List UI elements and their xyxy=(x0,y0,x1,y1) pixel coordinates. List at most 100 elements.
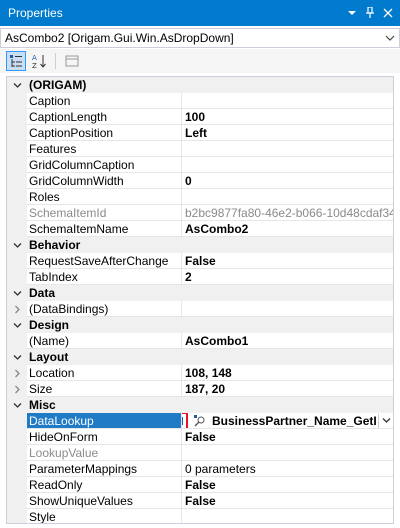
property-name[interactable]: ShowUniqueValues xyxy=(27,493,182,509)
property-value[interactable]: 108, 148 xyxy=(182,365,393,381)
property-value[interactable]: 0 parameters xyxy=(182,461,393,477)
property-value[interactable]: b2bc9877fa80-46e2-b066-10d48cdaf345 xyxy=(182,205,393,221)
chevron-down-icon[interactable] xyxy=(7,285,27,301)
property-row-databindings[interactable]: (DataBindings) xyxy=(7,301,393,317)
property-name[interactable]: GridColumnCaption xyxy=(27,157,182,173)
dropdown-icon[interactable] xyxy=(344,4,360,22)
category-misc[interactable]: Misc xyxy=(7,397,393,413)
category-label: Data xyxy=(29,286,56,300)
property-name[interactable]: GridColumnWidth xyxy=(27,173,182,189)
property-row-roles[interactable]: Roles xyxy=(7,189,393,205)
property-name[interactable]: (DataBindings) xyxy=(27,301,182,317)
property-row-caption[interactable]: Caption xyxy=(7,93,393,109)
property-name[interactable]: Caption xyxy=(27,93,182,109)
category-layout[interactable]: Layout xyxy=(7,349,393,365)
property-value[interactable] xyxy=(182,445,393,461)
property-value[interactable]: 187, 20 xyxy=(182,381,393,397)
chevron-right-icon[interactable] xyxy=(7,365,27,381)
property-value[interactable] xyxy=(182,509,393,523)
property-name[interactable]: HideOnForm xyxy=(27,429,182,445)
property-value[interactable]: False xyxy=(182,253,393,269)
category-design[interactable]: Design xyxy=(7,317,393,333)
property-name[interactable]: Features xyxy=(27,141,182,157)
property-name[interactable]: RequestSaveAfterChange xyxy=(27,253,182,269)
close-icon[interactable] xyxy=(380,4,396,22)
property-name[interactable]: CaptionPosition xyxy=(27,125,182,141)
property-value[interactable] xyxy=(182,189,393,205)
chevron-down-icon[interactable] xyxy=(7,237,27,253)
chevron-down-icon[interactable] xyxy=(378,413,393,428)
property-row-gridcolumncaption[interactable]: GridColumnCaption xyxy=(7,157,393,173)
property-row-readonly[interactable]: ReadOnly False xyxy=(7,477,393,493)
property-name[interactable]: ParameterMappings xyxy=(27,461,182,477)
row-gutter xyxy=(7,109,27,125)
property-name[interactable]: CaptionLength xyxy=(27,109,182,125)
property-row-datalookup[interactable]: DataLookup BusinessPartner_Name_GetId xyxy=(7,413,393,429)
chevron-right-icon[interactable] xyxy=(7,381,27,397)
property-row-schemaitemid[interactable]: SchemaItemId b2bc9877fa80-46e2-b066-10d48… xyxy=(7,205,393,221)
property-value[interactable] xyxy=(182,141,393,157)
property-row-showuniquevalues[interactable]: ShowUniqueValues False xyxy=(7,493,393,509)
property-value[interactable]: BusinessPartner_Name_GetId xyxy=(182,413,393,429)
property-row-tabindex[interactable]: TabIndex 2 xyxy=(7,269,393,285)
property-value[interactable] xyxy=(182,301,393,317)
chevron-down-icon[interactable] xyxy=(7,317,27,333)
sort-az-icon[interactable]: A Z xyxy=(29,51,49,71)
property-value[interactable]: 0 xyxy=(182,173,393,189)
property-row-size[interactable]: Size 187, 20 xyxy=(7,381,393,397)
toolbar: A Z xyxy=(0,49,400,73)
property-row-location[interactable]: Location 108, 148 xyxy=(7,365,393,381)
property-row-requestsaveafterchange[interactable]: RequestSaveAfterChange False xyxy=(7,253,393,269)
property-row-parametermappings[interactable]: ParameterMappings 0 parameters xyxy=(7,461,393,477)
property-value[interactable]: False xyxy=(182,429,393,445)
property-value[interactable]: 100 xyxy=(182,109,393,125)
property-value[interactable]: False xyxy=(182,493,393,509)
object-selector-value: AsCombo2 [Origam.Gui.Win.AsDropDown] xyxy=(5,31,234,45)
property-value[interactable]: False xyxy=(182,477,393,493)
property-name[interactable]: (Name) xyxy=(27,333,182,349)
property-name[interactable]: TabIndex xyxy=(27,269,182,285)
property-row-captionlength[interactable]: CaptionLength 100 xyxy=(7,109,393,125)
property-name[interactable]: DataLookup xyxy=(27,413,182,429)
property-row-schemaitemname[interactable]: SchemaItemName AsCombo2 xyxy=(7,221,393,237)
property-name[interactable]: LookupValue xyxy=(27,445,182,461)
property-row-style[interactable]: Style xyxy=(7,509,393,523)
property-value[interactable]: AsCombo2 xyxy=(182,221,393,237)
property-row-captionposition[interactable]: CaptionPosition Left xyxy=(7,125,393,141)
data-lookup-icon xyxy=(192,414,208,427)
property-name[interactable]: Location xyxy=(27,365,182,381)
row-gutter xyxy=(7,493,27,509)
chevron-down-icon[interactable] xyxy=(7,397,27,413)
property-name[interactable]: SchemaItemName xyxy=(27,221,182,237)
row-gutter xyxy=(7,253,27,269)
categorized-icon[interactable] xyxy=(6,51,26,71)
property-pages-icon[interactable] xyxy=(62,51,82,71)
property-value[interactable]: AsCombo1 xyxy=(182,333,393,349)
property-value[interactable] xyxy=(182,157,393,173)
property-row-hideonform[interactable]: HideOnForm False xyxy=(7,429,393,445)
property-name[interactable]: Roles xyxy=(27,189,182,205)
property-name[interactable]: Size xyxy=(27,381,182,397)
chevron-right-icon[interactable] xyxy=(7,301,27,317)
category-behavior[interactable]: Behavior xyxy=(7,237,393,253)
lookup-edit-button[interactable] xyxy=(182,413,188,428)
property-value[interactable] xyxy=(182,93,393,109)
category-data[interactable]: Data xyxy=(7,285,393,301)
property-row-lookupvalue[interactable]: LookupValue xyxy=(7,445,393,461)
property-row-gridcolumnwidth[interactable]: GridColumnWidth 0 xyxy=(7,173,393,189)
property-value[interactable]: Left xyxy=(182,125,393,141)
row-gutter xyxy=(7,269,27,285)
chevron-down-icon[interactable] xyxy=(381,29,399,47)
property-name[interactable]: Style xyxy=(27,509,182,523)
title-buttons xyxy=(344,4,396,22)
category-origam[interactable]: (ORIGAM) xyxy=(7,77,393,93)
pin-icon[interactable] xyxy=(362,4,378,22)
object-selector[interactable]: AsCombo2 [Origam.Gui.Win.AsDropDown] xyxy=(0,28,400,48)
chevron-down-icon[interactable] xyxy=(7,349,27,365)
property-row-name[interactable]: (Name) AsCombo1 xyxy=(7,333,393,349)
chevron-down-icon[interactable] xyxy=(7,77,27,93)
property-name[interactable]: SchemaItemId xyxy=(27,205,182,221)
property-name[interactable]: ReadOnly xyxy=(27,477,182,493)
property-value[interactable]: 2 xyxy=(182,269,393,285)
property-row-features[interactable]: Features xyxy=(7,141,393,157)
